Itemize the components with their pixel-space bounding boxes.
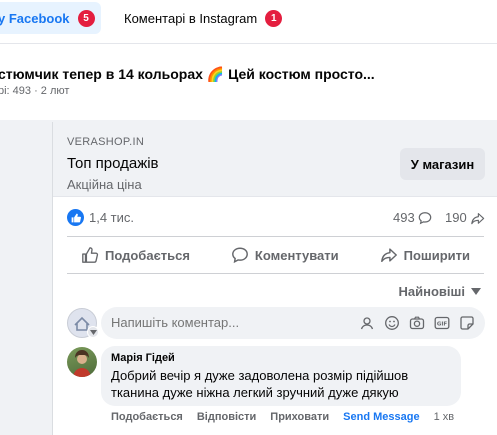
post-meta: рі: 493 · 2 лют (0, 85, 70, 97)
comment-timestamp[interactable]: 1 хв (434, 411, 455, 423)
avatar-sticker-icon[interactable] (359, 315, 375, 331)
caret-down-icon (471, 288, 481, 295)
composer-tools: GIF (359, 315, 475, 331)
emoji-icon[interactable] (384, 315, 400, 331)
comment-hide-link[interactable]: Приховати (270, 411, 329, 423)
like-label: Подобається (105, 247, 190, 263)
reaction-stats: 1,4 тис. 493 190 (53, 200, 497, 234)
link-domain: VERASHOP.IN (67, 136, 145, 148)
share-label: Поширити (403, 247, 470, 263)
share-icon (380, 248, 397, 263)
gif-icon[interactable]: GIF (434, 315, 450, 331)
camera-icon[interactable] (409, 315, 425, 331)
thumbs-up-icon (82, 247, 99, 263)
tab-instagram-comments[interactable]: Коментарі в Instagram 1 (110, 2, 290, 34)
commenter-avatar[interactable] (67, 347, 97, 377)
switch-profile-icon[interactable] (87, 326, 99, 338)
comment-input[interactable] (111, 315, 311, 330)
share-arrow-icon (470, 212, 484, 224)
comment-actions: Подобається Відповісти Приховати Send Me… (111, 411, 454, 423)
post-actions: Подобається Коментувати Поширити (67, 236, 484, 274)
comment-sort-dropdown[interactable]: Найновіші (399, 284, 481, 299)
comment-text: Добрий вечір я дуже задоволена розмір пі… (111, 368, 409, 400)
comment-count-value: 493 (393, 210, 415, 225)
like-count[interactable]: 1,4 тис. (89, 210, 134, 225)
like-button[interactable]: Подобається (81, 246, 190, 264)
share-count-value: 190 (445, 210, 467, 225)
shop-now-button[interactable]: У магазин (400, 148, 485, 180)
comment-like-link[interactable]: Подобається (111, 411, 183, 423)
tab-label: y Facebook (0, 10, 70, 26)
share-button[interactable]: Поширити (380, 246, 470, 264)
send-message-link[interactable]: Send Message (343, 411, 419, 423)
link-subtitle: Акційна ціна (67, 177, 142, 192)
notification-badge: 1 (265, 9, 283, 27)
svg-text:GIF: GIF (437, 321, 448, 327)
notification-badge: 5 (77, 9, 95, 27)
sticker-icon[interactable] (459, 315, 475, 331)
share-count[interactable]: 190 (445, 210, 485, 225)
link-title: Топ продажів (67, 155, 159, 172)
post-card: VERASHOP.IN Топ продажів Акційна ціна У … (52, 122, 497, 435)
comment-button[interactable]: Коментувати (231, 246, 339, 264)
comment-bubble-icon (418, 211, 432, 224)
comment-composer: GIF (101, 307, 485, 339)
comment-icon (231, 247, 248, 264)
comment-label: Коментувати (254, 247, 339, 263)
comment-bubble: Марія Гідей Добрий вечір я дуже задоволе… (101, 346, 461, 406)
sort-label: Найновіші (398, 284, 465, 299)
like-reaction-icon[interactable] (67, 209, 84, 226)
tab-label: Коментарі в Instagram (124, 10, 258, 26)
comment-author[interactable]: Марія Гідей (111, 352, 451, 364)
link-preview[interactable]: VERASHOP.IN Топ продажів Акційна ціна У … (53, 122, 497, 197)
comment-reply-link[interactable]: Відповісти (197, 411, 256, 423)
tab-bar: y Facebook 5 Коментарі в Instagram 1 (0, 0, 497, 44)
post-title[interactable]: стюмчик тепер в 14 кольорах 🌈 Цей костюм… (0, 66, 497, 83)
comment-count[interactable]: 493 (393, 210, 432, 225)
tab-facebook-comments[interactable]: y Facebook 5 (0, 2, 101, 34)
